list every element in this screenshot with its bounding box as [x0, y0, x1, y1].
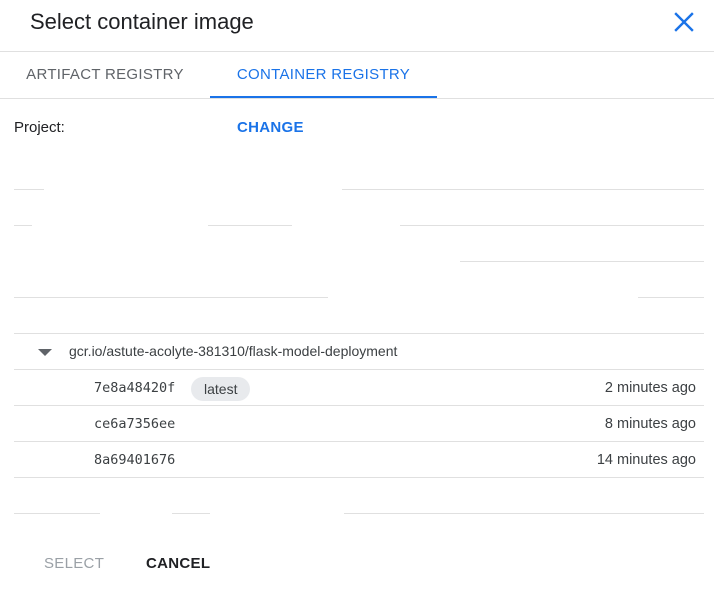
image-time: 2 minutes ago [604, 380, 696, 396]
redaction-gap [14, 261, 460, 262]
image-digest: ce6a7356ee [94, 416, 176, 432]
redaction-gap [44, 189, 342, 190]
image-row[interactable]: ce6a7356ee 8 minutes ago [14, 406, 704, 441]
redaction-gap [292, 225, 400, 226]
image-time: 14 minutes ago [596, 452, 696, 468]
expand-arrow-icon[interactable] [38, 349, 52, 356]
project-row: Project: CHANGE [14, 118, 704, 140]
redaction-gap [100, 513, 172, 514]
list-divider [14, 477, 704, 478]
redaction-gap [32, 225, 208, 226]
tab-container-registry[interactable]: CONTAINER REGISTRY [210, 52, 437, 98]
change-project-button[interactable]: CHANGE [237, 119, 304, 136]
dialog-title: Select container image [30, 9, 254, 34]
repository-row[interactable]: gcr.io/astute-acolyte-381310/flask-model… [14, 334, 704, 369]
redaction-gap [328, 297, 638, 298]
cancel-button[interactable]: CANCEL [146, 555, 210, 572]
image-tag-chip: latest [191, 377, 251, 401]
image-digest: 7e8a48420f [94, 380, 176, 396]
close-button[interactable] [672, 10, 696, 34]
select-container-image-dialog: Select container image ARTIFACT REGISTRY… [0, 0, 714, 592]
image-time: 8 minutes ago [604, 416, 696, 432]
redaction-gap [210, 513, 344, 514]
tab-artifact-registry[interactable]: ARTIFACT REGISTRY [0, 52, 210, 98]
repository-name: gcr.io/astute-acolyte-381310/flask-model… [69, 343, 398, 359]
select-button[interactable]: SELECT [44, 555, 104, 572]
image-row[interactable]: 8a69401676 14 minutes ago [14, 442, 704, 477]
image-digest: 8a69401676 [94, 452, 176, 468]
project-label: Project: [14, 119, 65, 136]
registry-tabs: ARTIFACT REGISTRY CONTAINER REGISTRY [0, 52, 714, 99]
image-row[interactable]: 7e8a48420f latest 2 minutes ago [14, 370, 704, 405]
close-icon [674, 12, 694, 32]
dialog-header: Select container image [0, 0, 714, 52]
